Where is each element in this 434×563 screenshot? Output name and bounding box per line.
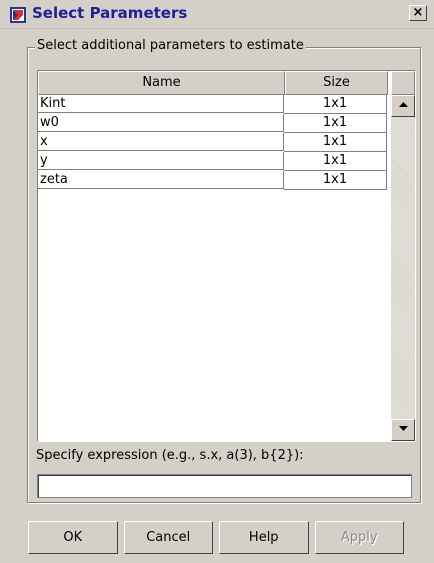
window-title: Select Parameters	[32, 4, 188, 22]
ok-button[interactable]: OK	[28, 521, 118, 554]
groupbox-label: Select additional parameters to estimate	[35, 38, 306, 53]
cell-name[interactable]: w0	[38, 114, 284, 132]
cell-name[interactable]: x	[38, 133, 284, 151]
scroll-corner	[391, 71, 415, 95]
expression-input[interactable]	[37, 474, 412, 498]
table-row[interactable]: w0 1x1	[38, 114, 390, 133]
scroll-up-arrow-icon[interactable]	[391, 95, 415, 117]
dialog-buttons: OK Cancel Help Apply	[28, 521, 410, 554]
cell-size[interactable]: 1x1	[284, 95, 387, 114]
vertical-scrollbar[interactable]	[391, 95, 415, 441]
parameters-table: Name Size Kint 1x1 w0 1x1 x 1x1 y 1x1 ze…	[37, 70, 416, 442]
cell-name[interactable]: y	[38, 152, 284, 170]
close-icon[interactable]: ×	[409, 5, 427, 21]
apply-button[interactable]: Apply	[314, 521, 404, 554]
cancel-button[interactable]: Cancel	[123, 521, 213, 554]
column-header-name[interactable]: Name	[38, 71, 285, 95]
table-row[interactable]: Kint 1x1	[38, 95, 390, 114]
simulink-icon	[10, 7, 26, 23]
cell-name[interactable]: Kint	[38, 95, 284, 113]
table-header: Name Size	[38, 71, 390, 95]
title-bar: Select Parameters ×	[0, 0, 434, 29]
help-button[interactable]: Help	[219, 521, 309, 554]
table-row[interactable]: y 1x1	[38, 152, 390, 171]
column-header-size[interactable]: Size	[285, 71, 388, 95]
cell-name[interactable]: zeta	[38, 171, 284, 189]
expression-label: Specify expression (e.g., s.x, a(3), b{2…	[36, 448, 304, 463]
table-row[interactable]: x 1x1	[38, 133, 390, 152]
table-row[interactable]: zeta 1x1	[38, 171, 390, 190]
cell-size[interactable]: 1x1	[284, 171, 387, 190]
cell-size[interactable]: 1x1	[284, 114, 387, 133]
cell-size[interactable]: 1x1	[284, 152, 387, 171]
scroll-down-arrow-icon[interactable]	[391, 419, 415, 441]
cell-size[interactable]: 1x1	[284, 133, 387, 152]
